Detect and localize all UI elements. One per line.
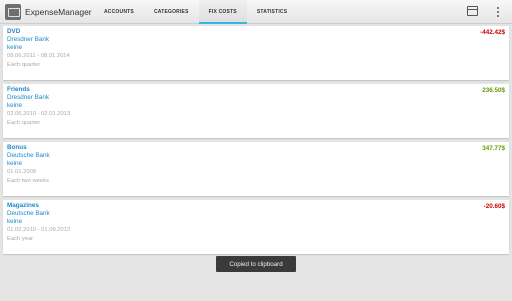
tab-categories[interactable]: CATEGORIES <box>144 0 199 24</box>
item-bank: Dresdner Bank <box>7 36 49 43</box>
item-name: Bonus <box>7 144 27 151</box>
fix-costs-list: DVD Dresdner Bank keine 08.06.2011 - 08.… <box>3 26 509 258</box>
item-period: 02.06.2010 - 02.01.2013 <box>7 111 71 117</box>
list-item[interactable]: Friends Dresdner Bank keine 02.06.2010 -… <box>3 84 509 138</box>
item-bank: Deutsche Bank <box>7 152 50 159</box>
item-frequency: Each quarter <box>7 119 41 126</box>
item-note: keine <box>7 44 23 51</box>
item-period: 08.06.2011 - 08.01.2014 <box>7 53 70 59</box>
item-frequency: Each year <box>7 235 34 242</box>
item-frequency: Each two weeks <box>7 177 49 184</box>
item-amount: -20.60$ <box>483 203 505 210</box>
overflow-menu-icon[interactable] <box>495 6 501 18</box>
item-note: keine <box>7 218 23 225</box>
item-frequency: Each quarter <box>7 61 41 68</box>
item-note: keine <box>7 102 23 109</box>
item-amount: -442.42$ <box>480 29 505 36</box>
tab-accounts[interactable]: ACCOUNTS <box>94 0 144 24</box>
tab-statistics[interactable]: STATISTICS <box>247 0 297 24</box>
wallet-icon[interactable] <box>467 6 478 16</box>
list-item[interactable]: DVD Dresdner Bank keine 08.06.2011 - 08.… <box>3 26 509 80</box>
tab-bar: ACCOUNTS CATEGORIES FIX COSTS STATISTICS <box>94 0 297 24</box>
toast-message: Copied to clipboard <box>216 256 296 272</box>
app-wallet-icon[interactable] <box>5 3 21 20</box>
tab-fix-costs[interactable]: FIX COSTS <box>198 0 248 24</box>
item-period: 01.02.2010 - 01.09.2012 <box>7 227 71 233</box>
item-bank: Dresdner Bank <box>7 94 49 101</box>
list-item[interactable]: Magazines Deutsche Bank keine 01.02.2010… <box>3 200 509 254</box>
item-note: keine <box>7 160 23 167</box>
item-name: DVD <box>7 28 21 35</box>
item-bank: Deutsche Bank <box>7 210 50 217</box>
app-title: ExpenseManager <box>25 6 92 17</box>
item-name: Friends <box>7 86 30 93</box>
item-period: 01.01.2009 <box>7 169 37 175</box>
item-name: Magazines <box>7 202 39 209</box>
list-item[interactable]: Bonus Deutsche Bank keine 01.01.2009 Eac… <box>3 142 509 196</box>
action-bar: ExpenseManager ACCOUNTS CATEGORIES FIX C… <box>0 0 512 24</box>
item-amount: 236.50$ <box>482 87 505 94</box>
item-amount: 347.77$ <box>482 145 505 152</box>
